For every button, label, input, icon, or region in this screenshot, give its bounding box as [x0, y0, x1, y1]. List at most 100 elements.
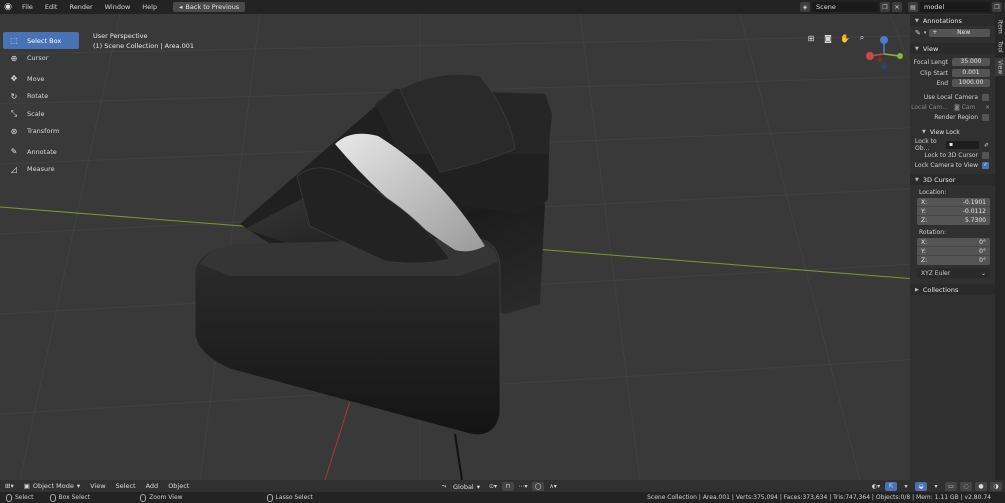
- panel-title: View: [922, 44, 939, 53]
- gizmo-toggle-icon[interactable]: ⇱: [885, 482, 897, 491]
- new-annotation-button[interactable]: + New: [929, 29, 990, 37]
- overlay-toggle-icon[interactable]: ◒: [915, 482, 927, 491]
- tab-tool[interactable]: Tool: [995, 38, 1005, 56]
- location-z-field[interactable]: Z: 5.7300: [917, 216, 990, 225]
- view-lock-subpanel-header[interactable]: ▼ View Lock: [910, 127, 995, 137]
- view-layer-field[interactable]: model: [920, 2, 990, 12]
- rotation-x-field[interactable]: X: 0°: [917, 238, 990, 247]
- collapse-icon: ▼: [922, 129, 926, 135]
- back-to-previous-button[interactable]: ◂ Back to Previous: [173, 2, 246, 12]
- focal-length-field[interactable]: 35.000: [952, 58, 990, 66]
- orientation-dropdown[interactable]: Global: [453, 483, 474, 491]
- lock-camera-checkbox[interactable]: ✓: [982, 161, 989, 169]
- pivot-point-icon[interactable]: ⊙▾: [487, 482, 499, 491]
- annotations-panel-header[interactable]: ▼ Annotations: [910, 15, 995, 26]
- 3d-cursor-panel-header[interactable]: ▼ 3D Cursor: [910, 174, 995, 185]
- tool-transform[interactable]: ⊛ Transform: [3, 123, 79, 140]
- tool-move[interactable]: ✥ Move: [3, 70, 79, 87]
- panel-title: Collections: [922, 285, 959, 294]
- editor-type-icon[interactable]: ⊞▾: [0, 482, 19, 490]
- eyedropper-icon[interactable]: ✐: [984, 142, 995, 149]
- tab-view[interactable]: View: [995, 58, 1005, 76]
- tab-item[interactable]: Item: [995, 18, 1005, 36]
- pencil-icon[interactable]: ✎: [915, 29, 921, 37]
- blender-logo-icon[interactable]: ◉: [0, 0, 16, 14]
- pan-hand-icon[interactable]: ✋: [839, 32, 851, 44]
- wireframe-shading-icon[interactable]: ◌: [960, 482, 972, 491]
- lock-camera-row: Lock Camera to View ✓: [910, 160, 995, 170]
- scene-name-field[interactable]: Scene: [812, 2, 878, 12]
- header-menu-select[interactable]: Select: [111, 482, 141, 490]
- tool-annotate[interactable]: ✎ Annotate: [3, 143, 79, 160]
- tool-rotate[interactable]: ↻ Rotate: [3, 88, 79, 105]
- tool-label: Cursor: [27, 54, 49, 62]
- header-menu-view[interactable]: View: [85, 482, 110, 490]
- tool-cursor[interactable]: ⊕ Cursor: [3, 50, 79, 67]
- material-shading-icon[interactable]: ◑: [990, 482, 1002, 491]
- panel-title: Annotations: [922, 16, 962, 25]
- new-scene-icon[interactable]: ❐: [880, 2, 890, 12]
- location-label: Location:: [919, 189, 947, 196]
- header-menu-object[interactable]: Object: [163, 482, 194, 490]
- snap-icon[interactable]: ⊓: [502, 482, 515, 491]
- measure-icon: ◿: [10, 164, 18, 174]
- view-layer-icon[interactable]: ▤: [908, 2, 918, 12]
- menu-window[interactable]: Window: [99, 0, 137, 14]
- sofa-model[interactable]: [194, 73, 552, 480]
- collections-panel-header[interactable]: ▶ Collections: [910, 284, 995, 295]
- clip-end-field[interactable]: 1000.00: [952, 79, 990, 87]
- overlay-dropdown-icon[interactable]: ▾: [930, 482, 942, 491]
- tool-measure[interactable]: ◿ Measure: [3, 161, 79, 178]
- tool-label: Rotate: [27, 92, 49, 100]
- new-view-layer-icon[interactable]: ❐: [992, 2, 1002, 12]
- menu-help[interactable]: Help: [136, 0, 163, 14]
- rotation-mode-dropdown[interactable]: XYZ Euler ⌄: [917, 268, 990, 278]
- navigation-gizmo[interactable]: [862, 34, 908, 70]
- location-x-field[interactable]: X: -0.1901: [917, 198, 990, 207]
- clear-icon[interactable]: ✕: [985, 104, 995, 111]
- orientation-icon[interactable]: ⤳: [438, 482, 450, 491]
- clip-start-field[interactable]: 0.001: [952, 69, 990, 77]
- falloff-icon[interactable]: ∧▾: [547, 482, 559, 491]
- location-y-field[interactable]: Y: -0.0112: [917, 207, 990, 216]
- 3d-viewport[interactable]: ⬚ Select Box ⊕ Cursor ✥ Move ↻ Rotate ⤡ …: [0, 14, 1005, 480]
- visibility-icon[interactable]: ◐▾: [870, 482, 882, 491]
- header-menu-add[interactable]: Add: [141, 482, 164, 490]
- render-region-checkbox[interactable]: [982, 113, 989, 121]
- tool-label: Select Box: [27, 36, 62, 45]
- delete-scene-icon[interactable]: ✕: [892, 2, 902, 12]
- proportional-edit-icon[interactable]: ◯: [532, 482, 545, 491]
- camera-icon[interactable]: ◙: [822, 32, 834, 44]
- tool-select-box[interactable]: ⬚ Select Box: [3, 32, 79, 49]
- viewport-info: User Perspective (1) Scene Collection | …: [93, 31, 194, 51]
- chevron-down-icon: ▾: [76, 482, 81, 490]
- tool-label: Annotate: [27, 147, 57, 156]
- tool-label: Transform: [27, 127, 60, 135]
- gizmo-dropdown-icon[interactable]: ▾: [900, 482, 912, 491]
- view-panel-header[interactable]: ▼ View: [910, 43, 995, 54]
- mode-dropdown[interactable]: ▣ Object Mode ▾: [19, 482, 85, 490]
- dropdown-icon[interactable]: ▾: [924, 30, 927, 36]
- rotation-y-field[interactable]: Y: 0°: [917, 247, 990, 256]
- hint-box-select: Box Select: [49, 493, 90, 502]
- scene-icon[interactable]: ◈: [800, 2, 810, 12]
- collapse-icon: ▼: [915, 45, 919, 52]
- display-controls: ◐▾ ⇱ ▾ ◒ ▾ ▭ ◌ ● ◑ ◕ ▾: [870, 482, 1005, 491]
- toggle-camera-view-icon[interactable]: ⊞: [805, 32, 817, 44]
- menu-file[interactable]: File: [16, 0, 39, 14]
- clip-end-label: End: [936, 79, 948, 87]
- lock-object-field[interactable]: ▪: [946, 141, 979, 149]
- rotation-z-field[interactable]: Z: 0°: [917, 256, 990, 265]
- xray-icon[interactable]: ▭: [945, 482, 957, 491]
- use-local-camera-checkbox[interactable]: [982, 93, 989, 101]
- tool-scale[interactable]: ⤡ Scale: [3, 105, 79, 122]
- menu-edit[interactable]: Edit: [39, 0, 64, 14]
- lock-to-cursor-checkbox[interactable]: [982, 151, 989, 159]
- lock-camera-label: Lock Camera to View: [914, 161, 978, 169]
- menu-render[interactable]: Render: [63, 0, 98, 14]
- annotation-row: ✎ ▾ + New: [910, 26, 995, 40]
- snap-target-icon[interactable]: ⋯▾: [517, 482, 529, 491]
- rotate-icon: ↻: [10, 91, 18, 101]
- solid-shading-icon[interactable]: ●: [975, 482, 987, 491]
- local-camera-field[interactable]: ◙ Cam: [952, 104, 985, 111]
